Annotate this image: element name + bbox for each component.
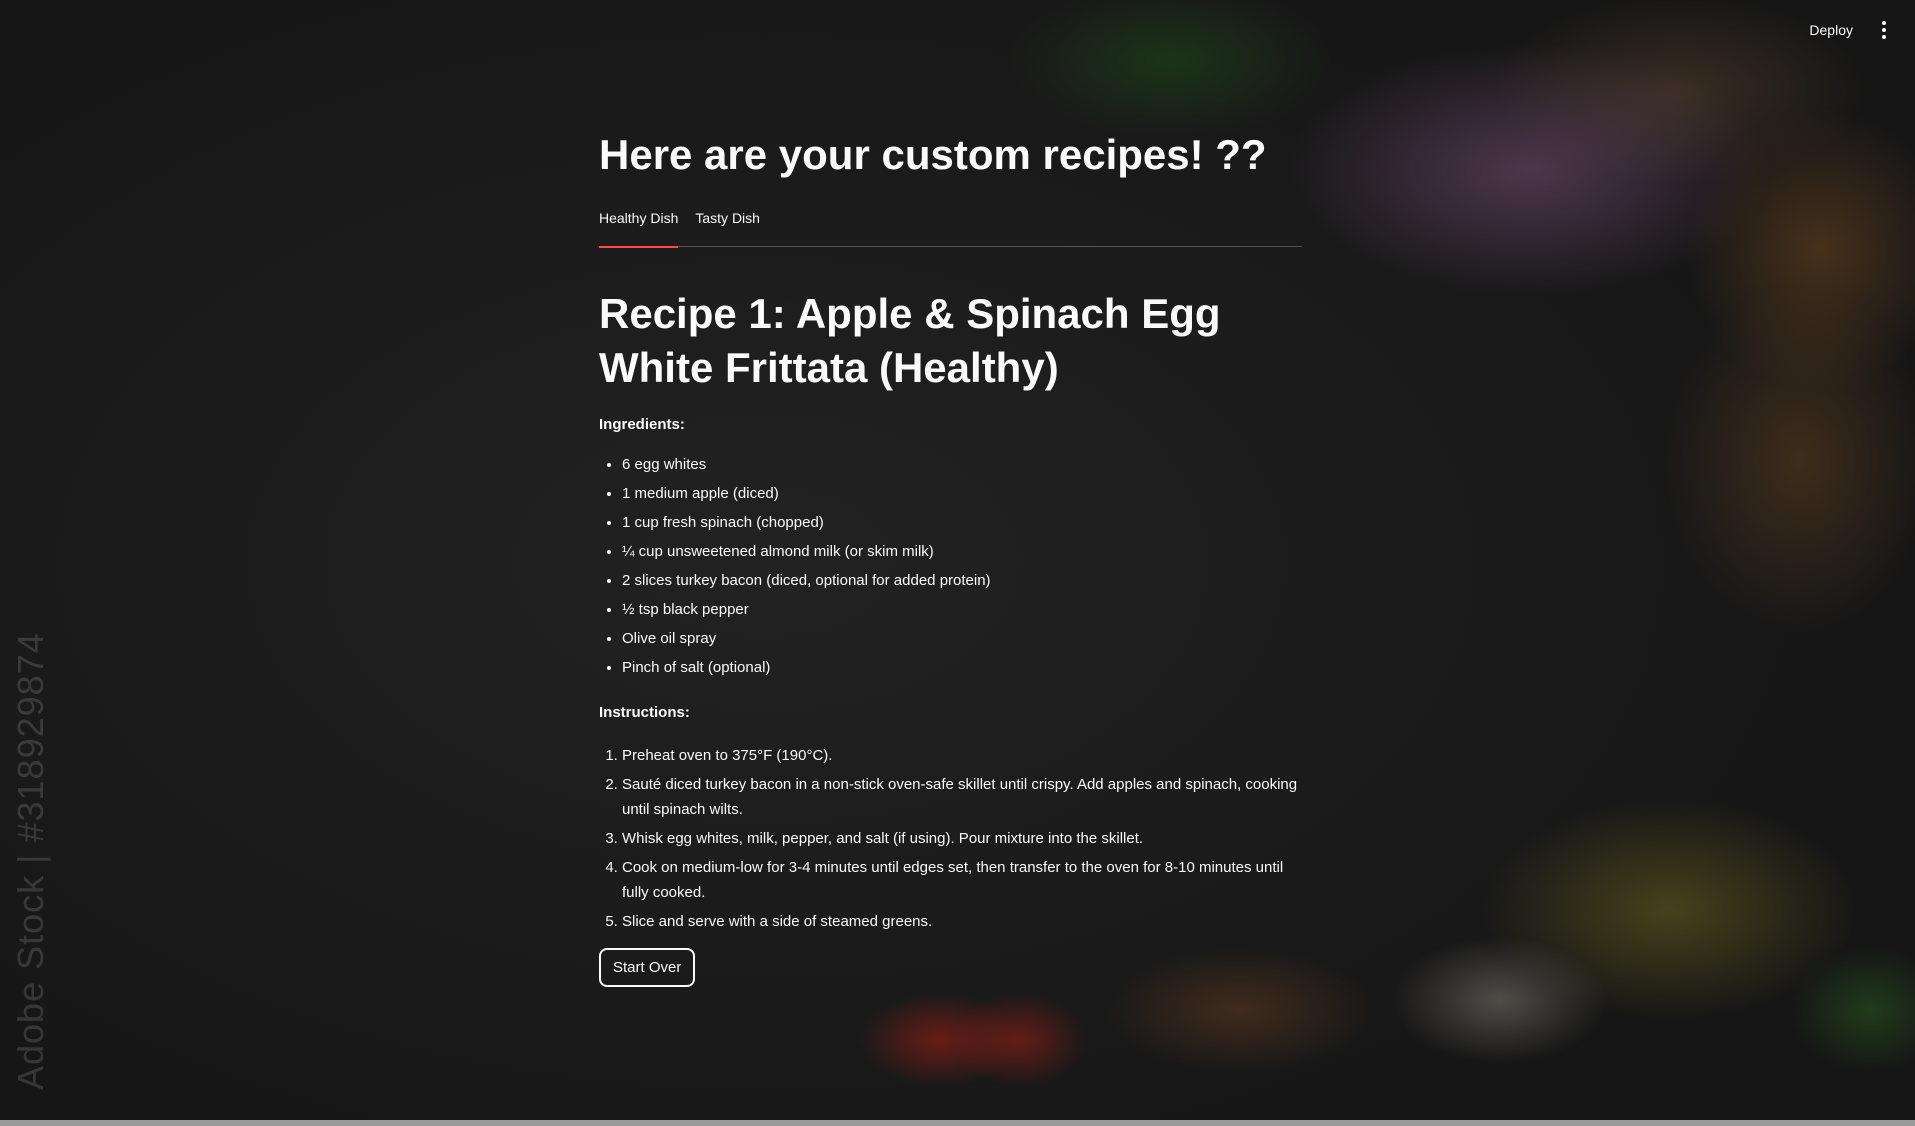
ingredient-item: 1 medium apple (diced): [622, 484, 1302, 504]
main-content: Here are your custom recipes! ?? Healthy…: [599, 130, 1302, 988]
ingredients-list: 6 egg whites 1 medium apple (diced) 1 cu…: [599, 455, 1302, 678]
ingredient-item: Olive oil spray: [622, 629, 1302, 649]
instruction-step: Slice and serve with a side of steamed g…: [622, 909, 1302, 934]
instruction-step: Cook on medium-low for 3-4 minutes until…: [622, 855, 1302, 905]
instructions-label: Instructions:: [599, 704, 690, 722]
stock-watermark: Adobe Stock | #318929874: [10, 632, 51, 1090]
ingredient-item: 2 slices turkey bacon (diced, optional f…: [622, 571, 1302, 591]
window-bottom-border: [0, 1120, 1915, 1126]
instruction-step: Sauté diced turkey bacon in a non-stick …: [622, 772, 1302, 822]
ingredient-item: ½ tsp black pepper: [622, 600, 1302, 620]
recipe-tabs: Healthy Dish Tasty Dish: [599, 208, 1302, 249]
recipe-title: Recipe 1: Apple & Spinach Egg White Frit…: [599, 290, 1221, 391]
ingredient-item: Pinch of salt (optional): [622, 658, 1302, 678]
ingredient-item: 1 cup fresh spinach (chopped): [622, 513, 1302, 533]
deploy-button[interactable]: Deploy: [1801, 16, 1861, 44]
instruction-step: Whisk egg whites, milk, pepper, and salt…: [622, 826, 1302, 851]
ingredients-label: Ingredients:: [599, 416, 685, 434]
instructions-list: Preheat oven to 375°F (190°C). Sauté dic…: [599, 743, 1302, 934]
tab-tasty-dish[interactable]: Tasty Dish: [695, 208, 760, 247]
start-over-button[interactable]: Start Over: [599, 948, 696, 988]
page-title: Here are your custom recipes! ??: [599, 131, 1267, 178]
ingredient-item: ¼ cup unsweetened almond milk (or skim m…: [622, 542, 1302, 562]
ingredient-item: 6 egg whites: [622, 455, 1302, 475]
tab-healthy-dish[interactable]: Healthy Dish: [599, 208, 679, 249]
top-toolbar: Deploy: [1801, 0, 1915, 60]
instruction-step: Preheat oven to 375°F (190°C).: [622, 743, 1302, 768]
vertical-ellipsis-icon[interactable]: [1875, 21, 1893, 39]
